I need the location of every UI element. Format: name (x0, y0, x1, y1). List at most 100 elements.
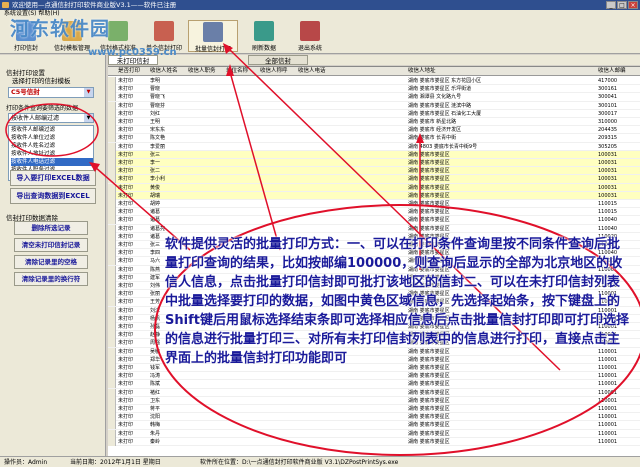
table-row[interactable]: 未打印 曹晓飞 湖南 湘潭县 文化路九号 300041 (108, 93, 640, 102)
row-header-cell[interactable] (108, 273, 116, 282)
table-row[interactable]: 未打印 诸葛 湖南 娄底市娄星区 110040 (108, 216, 640, 225)
row-header-cell[interactable] (108, 134, 116, 143)
table-row[interactable]: 未打印 沈阳 湖南 娄底市娄星区 110001 (108, 413, 640, 422)
row-header-cell[interactable] (108, 429, 116, 438)
refresh-button[interactable]: 刷新数据 (242, 20, 286, 52)
row-header-cell[interactable] (108, 118, 116, 126)
col-header[interactable]: 收信人职务 (188, 67, 216, 76)
table-row[interactable]: 未打印 宋东东 湖南 娄底市 经济开发区 204435 (108, 126, 640, 135)
row-header-cell[interactable] (108, 290, 116, 299)
filter-option[interactable]: 按收件人邮编过滤 (11, 126, 93, 134)
row-header-cell[interactable] (108, 191, 116, 200)
col-header[interactable]: 单位名称 (226, 67, 248, 76)
row-header-cell[interactable] (108, 314, 116, 323)
col-header[interactable]: 是否打印 (118, 67, 140, 76)
row-header-cell[interactable] (108, 126, 116, 135)
table-row[interactable]: 未打印 李爱丽 湖南 4803 娄底市长青中街9号 305205 (108, 142, 640, 151)
row-header-cell[interactable] (108, 142, 116, 151)
export-excel-button[interactable]: 导出查询数据到EXCEL (10, 188, 96, 204)
filter-select[interactable]: 按收件人邮编过滤 ▼ (8, 113, 94, 123)
col-header[interactable]: 收信人称呼 (260, 67, 288, 76)
table-row[interactable]: 未打印 张三 湖南 娄底市娄星区 100031 (108, 150, 640, 159)
table-row[interactable]: 未打印 秦岭 湖南 娄底市娄星区 110001 (108, 437, 640, 446)
tab-all[interactable]: 全部信封 (248, 55, 308, 65)
row-header-cell[interactable] (108, 249, 116, 258)
row-header-cell[interactable] (108, 85, 116, 94)
table-row[interactable]: 未打印 张二 湖南 娄底市娄星区 100031 (108, 167, 640, 176)
clear-unprinted-button[interactable]: 清空未打印信封记录 (14, 238, 88, 252)
table-row[interactable]: 未打印 曹晓芬 湖南 娄底市娄星区 涟滨中路 300101 (108, 101, 640, 110)
row-header-cell[interactable] (108, 372, 116, 381)
close-button[interactable]: × (628, 1, 638, 9)
row-header-cell[interactable] (108, 347, 116, 356)
row-header-cell[interactable] (108, 167, 116, 176)
row-header-cell[interactable] (108, 232, 116, 241)
row-header-cell[interactable] (108, 175, 116, 184)
table-row[interactable]: 未打印 陈文艳 湖南 娄底市 长青中街 209315 (108, 134, 640, 143)
envelope-select[interactable]: C5号信封 ▼ (8, 87, 94, 98)
table-row[interactable]: 未打印 王明 湖南 娄底市 新星北路 310000 (108, 118, 640, 127)
row-header-cell[interactable] (108, 405, 116, 413)
col-header[interactable]: 收信人姓名 (150, 67, 178, 76)
table-row[interactable]: 未打印 陈斌 湖南 娄底市娄星区 110001 (108, 380, 640, 389)
row-header-cell[interactable] (108, 437, 116, 446)
row-header-cell[interactable] (108, 339, 116, 348)
row-header-cell[interactable] (108, 159, 116, 167)
table-row[interactable]: 未打印 胡婷 湖南 娄底市娄星区 110015 (108, 200, 640, 209)
table-row[interactable]: 未打印 朱丹 湖南 娄底市娄星区 110001 (108, 429, 640, 438)
table-row[interactable]: 未打印 褚红 湖南 娄底市娄星区 110001 (108, 388, 640, 397)
delete-selected-button[interactable]: 删除所选记录 (14, 221, 88, 235)
row-header-cell[interactable] (108, 257, 116, 266)
row-header-cell[interactable] (108, 109, 116, 118)
table-row[interactable]: 未打印 李明 湖南 娄底市娄星区 东方花园小区 417000 (108, 77, 640, 86)
row-header-cell[interactable] (108, 282, 116, 290)
row-header-cell[interactable] (108, 380, 116, 389)
table-row[interactable]: 未打印 诸葛 湖南 娄底市娄星区 110015 (108, 208, 640, 217)
table-row[interactable]: 未打印 刘红 湖南 娄底市娄星区 石油化工大厦 300017 (108, 109, 640, 118)
row-header-cell[interactable] (108, 216, 116, 225)
minimize-button[interactable]: _ (606, 1, 616, 9)
filter-option[interactable]: 按收件人地址过滤 (11, 150, 93, 158)
batch-print-button[interactable]: 批量信封打印 (188, 20, 238, 53)
filter-option[interactable]: 按收件人电话过滤 (11, 158, 93, 166)
row-header-cell[interactable] (108, 413, 116, 422)
row-header-cell[interactable] (108, 150, 116, 159)
table-row[interactable]: 未打印 蒋平 湖南 娄底市娄星区 110001 (108, 405, 640, 414)
filter-option[interactable]: 按收件人单位过滤 (11, 134, 93, 142)
import-excel-button[interactable]: 导入要打印EXCEL数据 (10, 170, 96, 186)
clear-spaces-button[interactable]: 清除记录里的空格 (14, 255, 88, 269)
table-row[interactable]: 未打印 曹晓 湖南 娄底市娄星区 乐坪街道 300161 (108, 85, 640, 94)
table-row[interactable]: 未打印 李小利 湖南 娄底市娄星区 100031 (108, 175, 640, 184)
row-header-cell[interactable] (108, 224, 116, 233)
row-header-cell[interactable] (108, 265, 116, 274)
table-row[interactable]: 未打印 冯涛 湖南 娄底市娄星区 110001 (108, 372, 640, 381)
table-row[interactable]: 未打印 黄俊 湖南 娄底市娄星区 100031 (108, 183, 640, 192)
table-row[interactable]: 未打印 诸葛亮 湖南 娄底市娄星区 110040 (108, 224, 640, 233)
row-header-cell[interactable] (108, 306, 116, 315)
row-header-cell[interactable] (108, 298, 116, 307)
row-header-cell[interactable] (108, 421, 116, 430)
exit-button[interactable]: 退出系统 (288, 20, 332, 52)
row-header-cell[interactable] (108, 183, 116, 192)
table-row[interactable]: 未打印 韩梅 湖南 娄底市娄星区 110001 (108, 421, 640, 430)
col-header[interactable]: 收信人地址 (408, 67, 436, 76)
col-header[interactable]: 收信人电话 (298, 67, 326, 76)
table-row[interactable]: 未打印 卫东 湖南 娄底市娄星区 110001 (108, 396, 640, 405)
row-header-cell[interactable] (108, 364, 116, 372)
row-header-cell[interactable] (108, 331, 116, 340)
clear-linebreaks-button[interactable]: 清除记录里的换行符 (14, 272, 88, 286)
col-header[interactable]: 收信人邮编 (598, 67, 626, 76)
row-header-cell[interactable] (108, 200, 116, 208)
row-header-cell[interactable] (108, 388, 116, 397)
row-header-cell[interactable] (108, 93, 116, 102)
maximize-button[interactable]: □ (617, 1, 627, 9)
table-row[interactable]: 未打印 李一 湖南 娄底市娄星区 100031 (108, 159, 640, 168)
row-header-cell[interactable] (108, 355, 116, 364)
filter-option[interactable]: 按收件人姓名过滤 (11, 142, 93, 150)
table-row[interactable]: 未打印 胡瑞 湖南 娄底市娄星区 100031 (108, 191, 640, 200)
row-header-cell[interactable] (108, 396, 116, 405)
row-header-cell[interactable] (108, 208, 116, 217)
row-header-cell[interactable] (108, 77, 116, 85)
row-header-cell[interactable] (108, 241, 116, 249)
row-header-cell[interactable] (108, 101, 116, 110)
